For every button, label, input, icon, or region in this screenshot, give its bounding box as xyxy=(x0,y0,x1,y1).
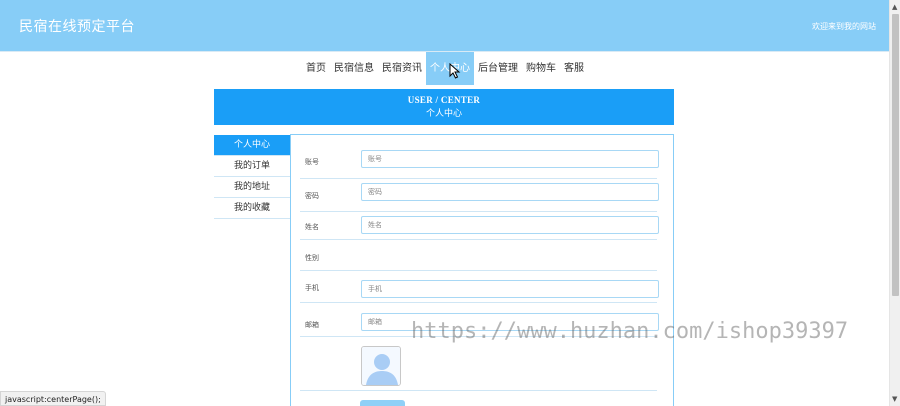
scrollbar-thumb[interactable] xyxy=(892,14,899,296)
scroll-up-arrow-icon[interactable]: ▲ xyxy=(892,3,897,11)
account-input[interactable] xyxy=(361,150,659,168)
password-input[interactable] xyxy=(361,183,659,201)
avatar-upload[interactable] xyxy=(361,346,401,386)
nav-item-homestay-info[interactable]: 民宿信息 xyxy=(330,52,378,85)
nav-item-service[interactable]: 客服 xyxy=(560,52,588,85)
welcome-text: 欢迎来到我的网站 xyxy=(812,22,876,31)
form-row-password: 密码 xyxy=(300,179,659,212)
nav-item-admin[interactable]: 后台管理 xyxy=(474,52,522,85)
form-row-name: 姓名 xyxy=(300,212,659,240)
nav-item-home[interactable]: 首页 xyxy=(302,52,330,85)
password-label: 密码 xyxy=(305,192,319,200)
nav-item-cart[interactable]: 购物车 xyxy=(522,52,560,85)
sidebar-item-user-center[interactable]: 个人中心 xyxy=(214,135,290,156)
watermark: https://www.huzhan.com/ishop39397 xyxy=(411,319,849,344)
phone-label: 手机 xyxy=(305,284,319,292)
user-silhouette-icon xyxy=(362,347,400,385)
name-input[interactable] xyxy=(361,216,659,234)
mouse-cursor-icon xyxy=(449,63,461,79)
section-banner: USER / CENTER 个人中心 xyxy=(214,89,674,125)
nav-item-homestay-news[interactable]: 民宿资讯 xyxy=(378,52,426,85)
gender-label: 性别 xyxy=(305,254,319,262)
site-header: 民宿在线预定平台 欢迎来到我的网站 xyxy=(0,0,889,52)
page: 民宿在线预定平台 欢迎来到我的网站 首页 民宿信息 民宿资讯 个人中心 后台管理… xyxy=(0,0,889,406)
form-row-phone: 手机 xyxy=(300,271,659,303)
account-label: 账号 xyxy=(305,158,319,166)
user-sidebar: 个人中心 我的订单 我的地址 我的收藏 xyxy=(214,135,290,219)
sidebar-item-my-favorites[interactable]: 我的收藏 xyxy=(214,198,290,219)
name-label: 姓名 xyxy=(305,223,319,231)
profile-form-panel: 账号 密码 姓名 性别 手机 邮箱 xyxy=(290,134,674,406)
scroll-down-arrow-icon[interactable]: ▼ xyxy=(892,395,897,403)
main-nav: 首页 民宿信息 民宿资讯 个人中心 后台管理 购物车 客服 xyxy=(0,52,889,85)
email-label: 邮箱 xyxy=(305,321,319,329)
form-row-account: 账号 xyxy=(300,145,659,179)
phone-input[interactable] xyxy=(361,280,659,298)
form-row-gender: 性别 xyxy=(300,240,657,271)
sidebar-item-my-address[interactable]: 我的地址 xyxy=(214,177,290,198)
banner-title-en: USER / CENTER xyxy=(407,95,481,105)
form-row-avatar xyxy=(300,337,657,391)
browser-status-bar: javascript:centerPage(); xyxy=(0,391,106,406)
banner-title-cn: 个人中心 xyxy=(425,108,462,118)
sidebar-item-my-orders[interactable]: 我的订单 xyxy=(214,156,290,177)
upload-button[interactable] xyxy=(360,400,405,406)
vertical-scrollbar[interactable]: ▲ ▼ xyxy=(889,0,900,406)
site-title[interactable]: 民宿在线预定平台 xyxy=(19,16,135,36)
